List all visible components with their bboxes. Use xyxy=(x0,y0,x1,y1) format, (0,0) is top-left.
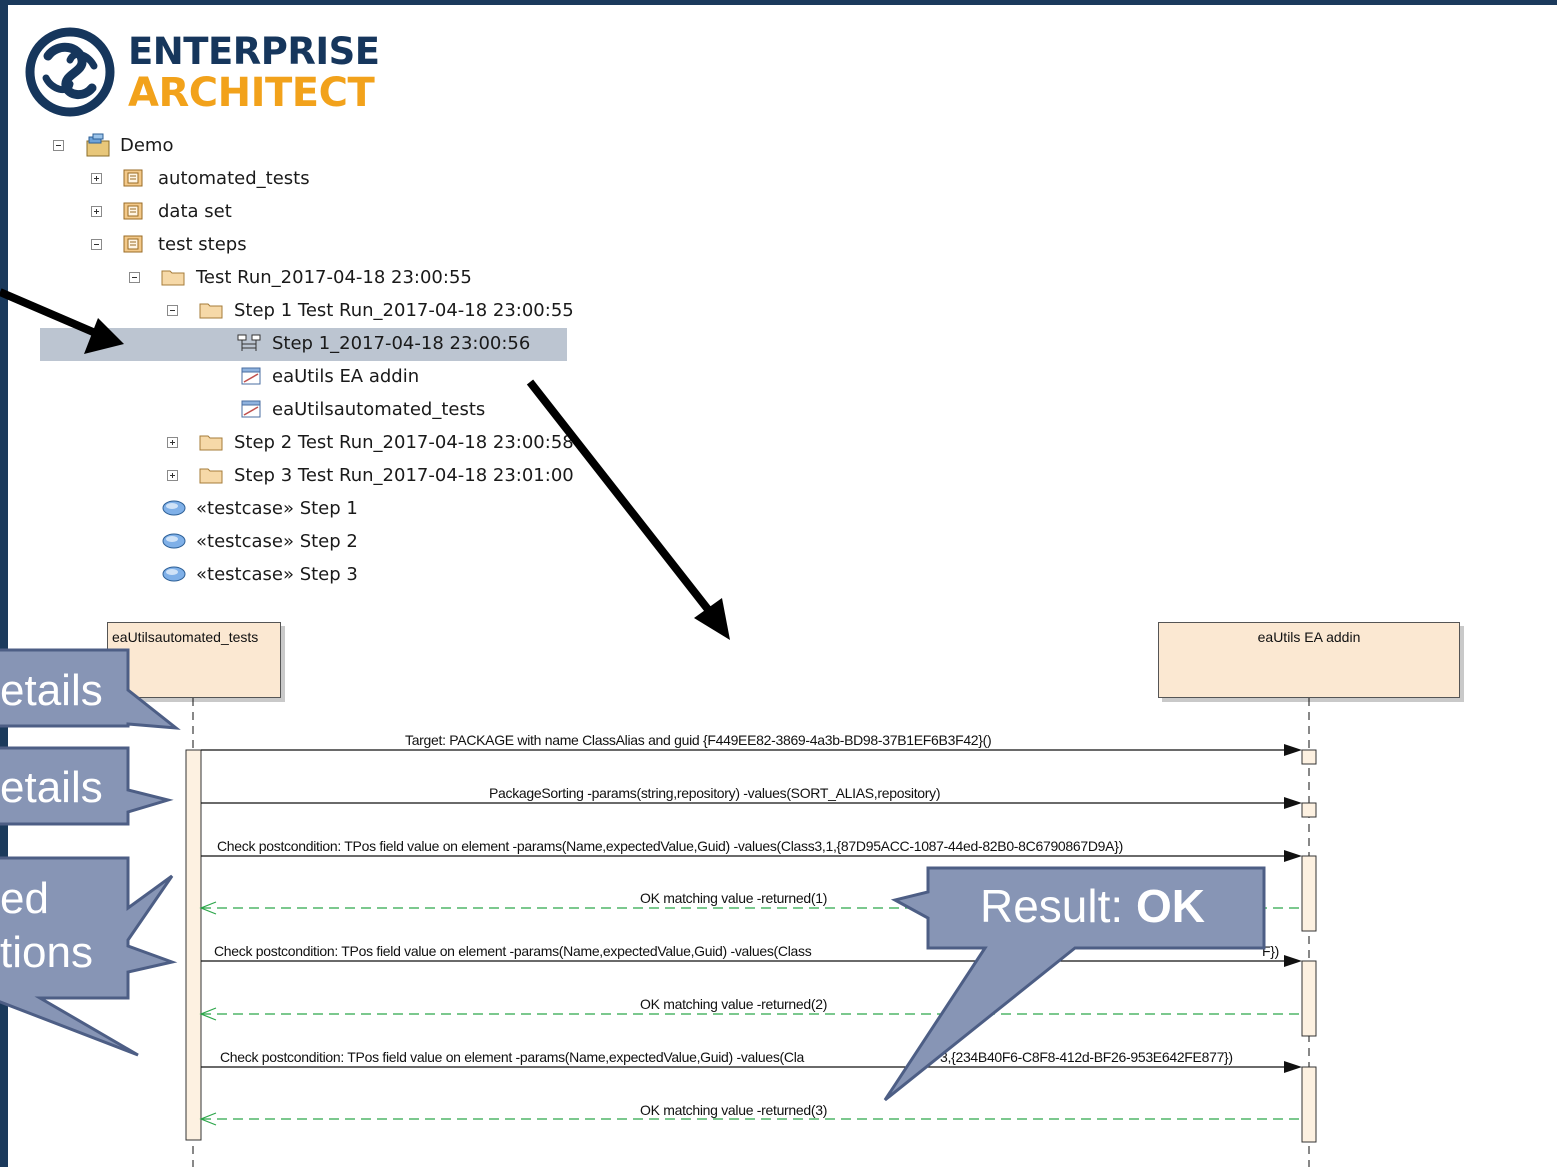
callout-result-prefix: Result: xyxy=(980,880,1136,932)
callout-details-2: etails xyxy=(0,763,103,812)
callout-details-1: etails xyxy=(0,666,103,715)
callout-result: Result: OK xyxy=(980,880,1205,933)
callout-shapes xyxy=(0,648,1266,1102)
callout-result-value: OK xyxy=(1135,880,1205,932)
callout-conditions-line1: ed xyxy=(0,874,49,923)
callout-conditions-line2: tions xyxy=(0,928,93,977)
